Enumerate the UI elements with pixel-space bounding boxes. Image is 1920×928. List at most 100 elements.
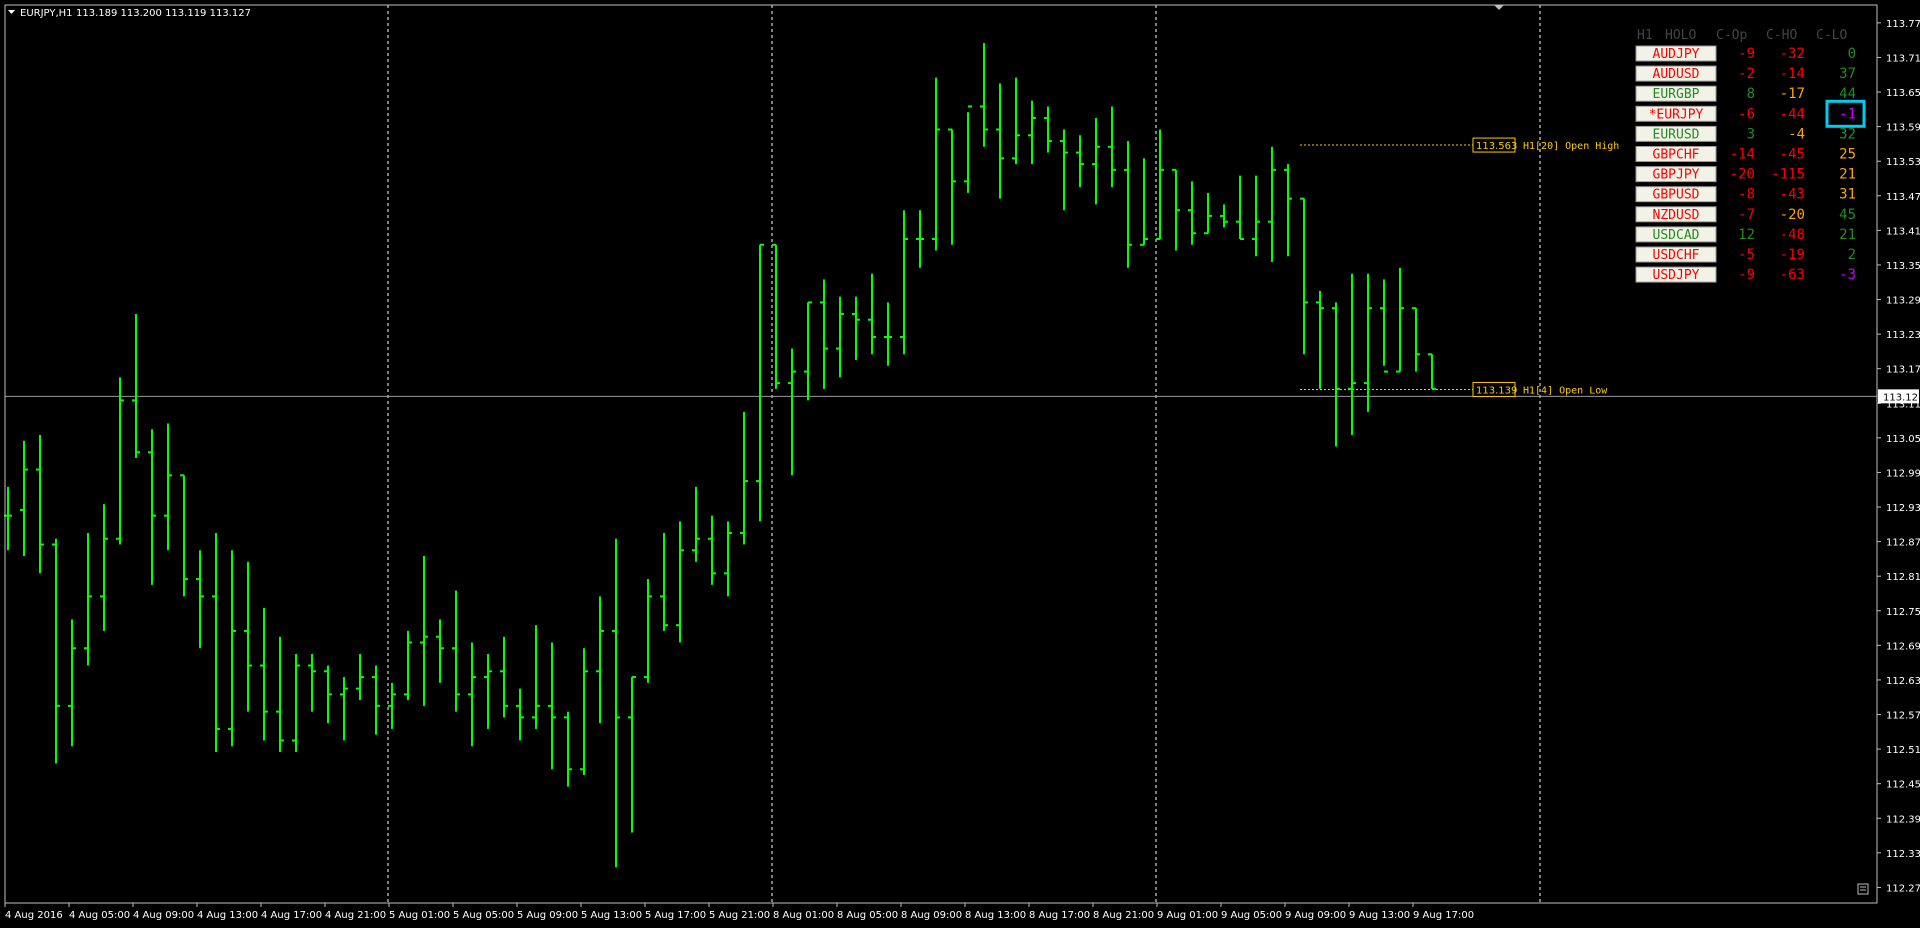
symbol-caption: EURJPY,H1 xyxy=(20,8,73,19)
y-tick-label: 113.235 xyxy=(1886,330,1920,341)
c-ho-value: -20 xyxy=(1780,207,1805,223)
y-tick-label: 113.595 xyxy=(1886,123,1920,134)
y-tick-label: 112.395 xyxy=(1886,814,1920,825)
c-op-value: -2 xyxy=(1738,66,1755,82)
x-tick-label: 4 Aug 17:00 xyxy=(261,910,322,921)
pair-label[interactable]: AUDJPY xyxy=(1653,47,1700,62)
c-lo-value: 25 xyxy=(1839,147,1856,163)
c-lo-value: -1 xyxy=(1839,106,1856,122)
x-tick-label: 8 Aug 21:00 xyxy=(1093,910,1154,921)
c-lo-value: 21 xyxy=(1839,227,1856,243)
x-tick-label: 5 Aug 05:00 xyxy=(453,910,514,921)
x-tick-label: 8 Aug 17:00 xyxy=(1029,910,1090,921)
c-lo-value: 31 xyxy=(1839,187,1856,203)
c-ho-value: -48 xyxy=(1780,227,1805,243)
y-tick-label: 113.415 xyxy=(1886,226,1920,237)
pair-label[interactable]: USDCHF xyxy=(1653,248,1700,263)
level-price-label: 113.563 xyxy=(1476,141,1517,152)
y-tick-label: 113.535 xyxy=(1886,157,1920,168)
c-lo-value: 21 xyxy=(1839,167,1856,183)
x-tick-label: 8 Aug 01:00 xyxy=(773,910,834,921)
c-ho-value: -63 xyxy=(1780,267,1805,283)
pair-label[interactable]: NZDUSD xyxy=(1653,208,1700,223)
c-op-value: -8 xyxy=(1738,187,1755,203)
caption: EURJPY,H1 113.189 113.200 113.119 113.12… xyxy=(8,8,251,19)
level-name: H1[4] Open Low xyxy=(1523,385,1608,396)
c-ho-value: -17 xyxy=(1780,86,1805,102)
y-tick-label: 112.575 xyxy=(1886,711,1920,722)
y-tick-label: 113.655 xyxy=(1886,88,1920,99)
y-tick-label: 112.995 xyxy=(1886,468,1920,479)
y-tick-label: 113.295 xyxy=(1886,296,1920,307)
x-tick-label: 5 Aug 01:00 xyxy=(389,910,450,921)
c-ho-value: -32 xyxy=(1780,46,1805,62)
y-tick-label: 112.515 xyxy=(1886,745,1920,756)
c-ho-value: -14 xyxy=(1780,66,1805,82)
y-tick-label: 113.355 xyxy=(1886,261,1920,272)
y-tick-label: 112.755 xyxy=(1886,607,1920,618)
level-name: H1[20] Open High xyxy=(1523,141,1619,152)
c-ho-value: -115 xyxy=(1771,167,1805,183)
c-ho-value: -45 xyxy=(1780,147,1805,163)
c-lo-value: 2 xyxy=(1848,247,1856,263)
x-tick-label: 9 Aug 13:00 xyxy=(1349,910,1410,921)
c-lo-value: 32 xyxy=(1839,126,1856,142)
x-tick-label: 9 Aug 17:00 xyxy=(1413,910,1474,921)
x-tick-label: 9 Aug 01:00 xyxy=(1157,910,1218,921)
c-op-value: -9 xyxy=(1738,267,1755,283)
y-tick-label: 113.715 xyxy=(1886,53,1920,64)
c-op-value: -14 xyxy=(1730,147,1755,163)
y-tick-label: 112.455 xyxy=(1886,780,1920,791)
x-tick-label: 8 Aug 09:00 xyxy=(901,910,962,921)
x-tick-label: 5 Aug 09:00 xyxy=(517,910,578,921)
table-header: C-LO xyxy=(1816,28,1847,43)
y-tick-label: 112.935 xyxy=(1886,503,1920,514)
c-lo-value: 45 xyxy=(1839,207,1856,223)
c-op-value: 3 xyxy=(1747,126,1755,142)
x-tick-label: 4 Aug 09:00 xyxy=(133,910,194,921)
x-tick-label: 4 Aug 05:00 xyxy=(69,910,130,921)
y-tick-label: 113.775 xyxy=(1886,19,1920,30)
y-tick-label: 113.175 xyxy=(1886,365,1920,376)
pair-label[interactable]: GBPJPY xyxy=(1653,168,1700,183)
c-lo-value: 0 xyxy=(1848,46,1856,62)
pair-label[interactable]: GBPUSD xyxy=(1653,188,1700,203)
y-tick-label: 112.815 xyxy=(1886,572,1920,583)
c-op-value: 8 xyxy=(1747,86,1755,102)
x-tick-label: 9 Aug 05:00 xyxy=(1221,910,1282,921)
c-op-value: -9 xyxy=(1738,46,1755,62)
pair-label[interactable]: GBPCHF xyxy=(1653,148,1700,163)
pair-label[interactable]: EURGBP xyxy=(1653,87,1700,102)
c-lo-value: 37 xyxy=(1839,66,1856,82)
pair-label[interactable]: AUDUSD xyxy=(1653,67,1700,82)
c-ho-value: -4 xyxy=(1788,126,1805,142)
y-tick-label: 112.275 xyxy=(1886,883,1920,894)
y-tick-label: 112.695 xyxy=(1886,641,1920,652)
chart-background xyxy=(0,0,1920,928)
level-price-label: 113.139 xyxy=(1476,385,1517,396)
c-ho-value: -43 xyxy=(1780,187,1805,203)
pair-label[interactable]: EURUSD xyxy=(1653,127,1700,142)
pair-label[interactable]: USDJPY xyxy=(1653,268,1700,283)
c-ho-value: -44 xyxy=(1780,106,1805,122)
chart-window[interactable]: 113.563 H1[20] Open High 113.139 H1[4] Open… xyxy=(0,0,1920,928)
ohlc-caption: 113.189 113.200 113.119 113.127 xyxy=(76,8,251,19)
x-tick-label: 5 Aug 13:00 xyxy=(581,910,642,921)
x-tick-label: 4 Aug 2016 xyxy=(5,910,63,921)
c-lo-value: -3 xyxy=(1839,267,1856,283)
pair-label[interactable]: USDCAD xyxy=(1653,228,1700,243)
y-tick-label: 112.875 xyxy=(1886,538,1920,549)
pair-label[interactable]: *EURJPY xyxy=(1649,107,1704,122)
c-op-value: 12 xyxy=(1738,227,1755,243)
y-tick-label: 113.475 xyxy=(1886,192,1920,203)
c-op-value: -5 xyxy=(1738,247,1755,263)
table-header: H1 xyxy=(1637,28,1653,43)
table-header: HOLO xyxy=(1665,28,1696,43)
c-ho-value: -19 xyxy=(1780,247,1805,263)
x-tick-label: 8 Aug 05:00 xyxy=(837,910,898,921)
c-op-value: -7 xyxy=(1738,207,1755,223)
c-op-value: -20 xyxy=(1730,167,1755,183)
x-tick-label: 4 Aug 13:00 xyxy=(197,910,258,921)
y-tick-label: 112.635 xyxy=(1886,676,1920,687)
x-tick-label: 4 Aug 21:00 xyxy=(325,910,386,921)
